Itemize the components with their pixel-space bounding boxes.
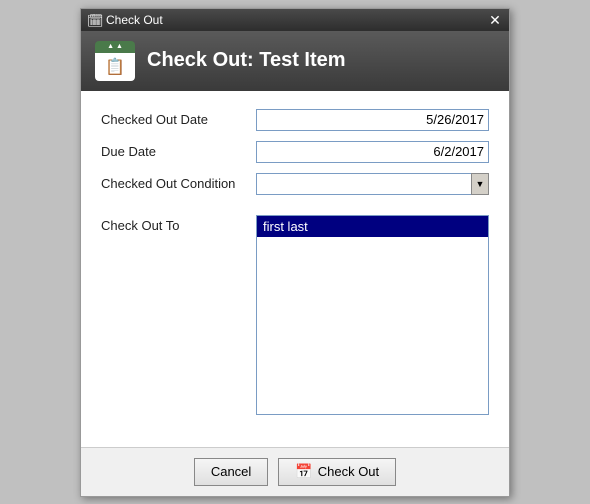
cancel-button[interactable]: Cancel xyxy=(194,458,268,486)
window-icon: 🗓 xyxy=(87,13,101,27)
dialog-footer: Cancel 📅 Check Out xyxy=(81,447,509,496)
condition-select-container: ▼ xyxy=(256,173,489,195)
checked-out-date-input[interactable] xyxy=(256,109,489,131)
checkout-to-item[interactable]: first last xyxy=(257,216,488,237)
header-calendar-icon: ▲ ▲ 📋 xyxy=(95,41,135,81)
spacer xyxy=(101,205,489,215)
form-content: Checked Out Date Due Date Checked Out Co… xyxy=(81,91,509,447)
condition-select[interactable] xyxy=(256,173,489,195)
check-out-to-section: Check Out To first last xyxy=(101,215,489,415)
check-out-to-list[interactable]: first last xyxy=(256,215,489,415)
checkout-button-icon: 📅 xyxy=(295,463,312,480)
header-title: Check Out: Test Item xyxy=(147,49,346,72)
checkout-button[interactable]: 📅 Check Out xyxy=(278,458,396,486)
checked-out-condition-row: Checked Out Condition ▼ xyxy=(101,173,489,195)
close-button[interactable]: ✕ xyxy=(487,13,503,27)
checked-out-date-label: Checked Out Date xyxy=(101,112,256,127)
title-bar-text: Check Out xyxy=(106,13,163,27)
cal-top: ▲ ▲ xyxy=(95,41,135,53)
due-date-label: Due Date xyxy=(101,144,256,159)
due-date-row: Due Date xyxy=(101,141,489,163)
checked-out-date-row: Checked Out Date xyxy=(101,109,489,131)
cancel-label: Cancel xyxy=(211,464,251,479)
dialog-header: ▲ ▲ 📋 Check Out: Test Item xyxy=(81,31,509,91)
check-out-to-label: Check Out To xyxy=(101,215,256,233)
title-bar-left: 🗓 Check Out xyxy=(87,13,163,27)
cal-body: 📋 xyxy=(95,53,135,81)
checked-out-condition-label: Checked Out Condition xyxy=(101,176,256,191)
due-date-input[interactable] xyxy=(256,141,489,163)
title-bar: 🗓 Check Out ✕ xyxy=(81,9,509,31)
checkout-dialog: 🗓 Check Out ✕ ▲ ▲ 📋 Check Out: Test Item… xyxy=(80,8,510,497)
checkout-label: Check Out xyxy=(318,464,379,479)
